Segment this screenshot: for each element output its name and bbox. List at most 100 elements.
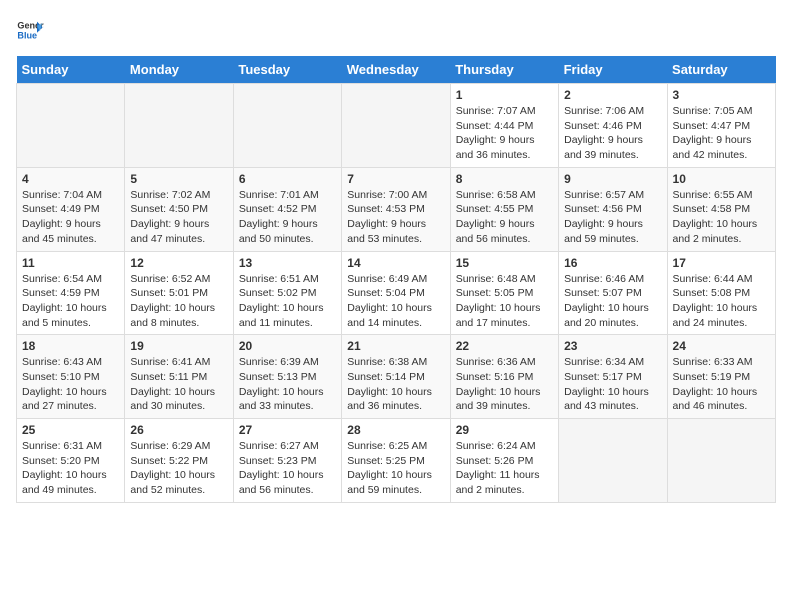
day-info: Sunrise: 6:33 AM Sunset: 5:19 PM Dayligh… — [673, 355, 770, 414]
day-info: Sunrise: 6:29 AM Sunset: 5:22 PM Dayligh… — [130, 439, 227, 498]
calendar-cell — [559, 419, 667, 503]
day-number: 23 — [564, 339, 661, 353]
day-info: Sunrise: 7:07 AM Sunset: 4:44 PM Dayligh… — [456, 104, 553, 163]
calendar-cell: 19Sunrise: 6:41 AM Sunset: 5:11 PM Dayli… — [125, 335, 233, 419]
calendar-week-row: 25 Sunrise: 6:31 AM Sunset: 5:20 PM Dayli… — [17, 419, 776, 503]
logo: General Blue — [16, 16, 44, 44]
day-number: 29 — [456, 423, 553, 437]
day-number: 11 — [22, 256, 119, 270]
page-header: General Blue — [16, 16, 776, 44]
day-info: Sunrise: 6:38 AM Sunset: 5:14 PM Dayligh… — [347, 355, 444, 414]
calendar-cell: 9 Sunrise: 6:57 AM Sunset: 4:56 PM Daylig… — [559, 167, 667, 251]
calendar-table: SundayMondayTuesdayWednesdayThursdayFrid… — [16, 56, 776, 503]
day-info: Sunrise: 6:25 AM Sunset: 5:25 PM Dayligh… — [347, 439, 444, 498]
day-number: 26 — [130, 423, 227, 437]
calendar-cell: 27 Sunrise: 6:27 AM Sunset: 5:23 PM Dayli… — [233, 419, 341, 503]
calendar-cell: 21 Sunrise: 6:38 AM Sunset: 5:14 PM Dayli… — [342, 335, 450, 419]
calendar-cell — [667, 419, 775, 503]
day-number: 4 — [22, 172, 119, 186]
day-info: Sunrise: 6:27 AM Sunset: 5:23 PM Dayligh… — [239, 439, 336, 498]
day-info: Sunrise: 6:24 AM Sunset: 5:26 PM Dayligh… — [456, 439, 553, 498]
day-number: 13 — [239, 256, 336, 270]
day-number: 25 — [22, 423, 119, 437]
calendar-cell: 18 Sunrise: 6:43 AM Sunset: 5:10 PM Dayli… — [17, 335, 125, 419]
calendar-cell: 3 Sunrise: 7:05 AM Sunset: 4:47 PM Daylig… — [667, 84, 775, 168]
day-info: Sunrise: 6:54 AM Sunset: 4:59 PM Dayligh… — [22, 272, 119, 331]
calendar-cell: 20Sunrise: 6:39 AM Sunset: 5:13 PM Dayli… — [233, 335, 341, 419]
calendar-cell: 10 Sunrise: 6:55 AM Sunset: 4:58 PM Dayli… — [667, 167, 775, 251]
day-number: 20 — [239, 339, 336, 353]
calendar-cell — [233, 84, 341, 168]
day-info: Sunrise: 6:57 AM Sunset: 4:56 PM Dayligh… — [564, 188, 661, 247]
weekday-header-wednesday: Wednesday — [342, 56, 450, 84]
day-info: Sunrise: 7:04 AM Sunset: 4:49 PM Dayligh… — [22, 188, 119, 247]
day-number: 2 — [564, 88, 661, 102]
day-number: 1 — [456, 88, 553, 102]
weekday-header-friday: Friday — [559, 56, 667, 84]
day-number: 17 — [673, 256, 770, 270]
day-number: 28 — [347, 423, 444, 437]
day-info: Sunrise: 6:48 AM Sunset: 5:05 PM Dayligh… — [456, 272, 553, 331]
calendar-cell: 8Sunrise: 6:58 AM Sunset: 4:55 PM Daylig… — [450, 167, 558, 251]
weekday-header-sunday: Sunday — [17, 56, 125, 84]
day-number: 24 — [673, 339, 770, 353]
day-number: 3 — [673, 88, 770, 102]
weekday-header-saturday: Saturday — [667, 56, 775, 84]
day-info: Sunrise: 6:44 AM Sunset: 5:08 PM Dayligh… — [673, 272, 770, 331]
day-info: Sunrise: 6:52 AM Sunset: 5:01 PM Dayligh… — [130, 272, 227, 331]
logo-icon: General Blue — [16, 16, 44, 44]
day-number: 12 — [130, 256, 227, 270]
day-number: 6 — [239, 172, 336, 186]
day-info: Sunrise: 6:55 AM Sunset: 4:58 PM Dayligh… — [673, 188, 770, 247]
day-info: Sunrise: 6:43 AM Sunset: 5:10 PM Dayligh… — [22, 355, 119, 414]
day-info: Sunrise: 6:51 AM Sunset: 5:02 PM Dayligh… — [239, 272, 336, 331]
calendar-cell: 25 Sunrise: 6:31 AM Sunset: 5:20 PM Dayli… — [17, 419, 125, 503]
calendar-cell: 5 Sunrise: 7:02 AM Sunset: 4:50 PM Daylig… — [125, 167, 233, 251]
calendar-cell: 4 Sunrise: 7:04 AM Sunset: 4:49 PM Daylig… — [17, 167, 125, 251]
day-number: 8 — [456, 172, 553, 186]
calendar-cell: 23 Sunrise: 6:34 AM Sunset: 5:17 PM Dayli… — [559, 335, 667, 419]
calendar-cell: 6 Sunrise: 7:01 AM Sunset: 4:52 PM Daylig… — [233, 167, 341, 251]
day-number: 19 — [130, 339, 227, 353]
day-number: 22 — [456, 339, 553, 353]
calendar-cell: 2 Sunrise: 7:06 AM Sunset: 4:46 PM Daylig… — [559, 84, 667, 168]
day-number: 9 — [564, 172, 661, 186]
day-number: 15 — [456, 256, 553, 270]
day-info: Sunrise: 6:36 AM Sunset: 5:16 PM Dayligh… — [456, 355, 553, 414]
calendar-cell: 12 Sunrise: 6:52 AM Sunset: 5:01 PM Dayli… — [125, 251, 233, 335]
day-info: Sunrise: 7:02 AM Sunset: 4:50 PM Dayligh… — [130, 188, 227, 247]
day-info: Sunrise: 6:46 AM Sunset: 5:07 PM Dayligh… — [564, 272, 661, 331]
calendar-cell: 7Sunrise: 7:00 AM Sunset: 4:53 PM Daylig… — [342, 167, 450, 251]
calendar-cell: 13 Sunrise: 6:51 AM Sunset: 5:02 PM Dayli… — [233, 251, 341, 335]
day-info: Sunrise: 7:00 AM Sunset: 4:53 PM Dayligh… — [347, 188, 444, 247]
day-info: Sunrise: 7:01 AM Sunset: 4:52 PM Dayligh… — [239, 188, 336, 247]
svg-text:Blue: Blue — [17, 30, 37, 40]
calendar-cell — [17, 84, 125, 168]
calendar-cell: 29 Sunrise: 6:24 AM Sunset: 5:26 PM Dayli… — [450, 419, 558, 503]
weekday-header-tuesday: Tuesday — [233, 56, 341, 84]
calendar-cell: 22 Sunrise: 6:36 AM Sunset: 5:16 PM Dayli… — [450, 335, 558, 419]
weekday-header-row: SundayMondayTuesdayWednesdayThursdayFrid… — [17, 56, 776, 84]
day-info: Sunrise: 7:05 AM Sunset: 4:47 PM Dayligh… — [673, 104, 770, 163]
calendar-cell: 26 Sunrise: 6:29 AM Sunset: 5:22 PM Dayli… — [125, 419, 233, 503]
day-info: Sunrise: 6:49 AM Sunset: 5:04 PM Dayligh… — [347, 272, 444, 331]
day-number: 27 — [239, 423, 336, 437]
calendar-week-row: 18 Sunrise: 6:43 AM Sunset: 5:10 PM Dayli… — [17, 335, 776, 419]
day-number: 10 — [673, 172, 770, 186]
calendar-week-row: 11 Sunrise: 6:54 AM Sunset: 4:59 PM Dayli… — [17, 251, 776, 335]
calendar-cell — [125, 84, 233, 168]
calendar-week-row: 4 Sunrise: 7:04 AM Sunset: 4:49 PM Daylig… — [17, 167, 776, 251]
weekday-header-monday: Monday — [125, 56, 233, 84]
day-number: 18 — [22, 339, 119, 353]
calendar-cell: 28 Sunrise: 6:25 AM Sunset: 5:25 PM Dayli… — [342, 419, 450, 503]
day-info: Sunrise: 7:06 AM Sunset: 4:46 PM Dayligh… — [564, 104, 661, 163]
day-info: Sunrise: 6:34 AM Sunset: 5:17 PM Dayligh… — [564, 355, 661, 414]
calendar-week-row: 1 Sunrise: 7:07 AM Sunset: 4:44 PM Daylig… — [17, 84, 776, 168]
day-info: Sunrise: 6:31 AM Sunset: 5:20 PM Dayligh… — [22, 439, 119, 498]
calendar-cell — [342, 84, 450, 168]
day-number: 16 — [564, 256, 661, 270]
day-number: 21 — [347, 339, 444, 353]
day-number: 5 — [130, 172, 227, 186]
calendar-cell: 15 Sunrise: 6:48 AM Sunset: 5:05 PM Dayli… — [450, 251, 558, 335]
calendar-cell: 14Sunrise: 6:49 AM Sunset: 5:04 PM Dayli… — [342, 251, 450, 335]
